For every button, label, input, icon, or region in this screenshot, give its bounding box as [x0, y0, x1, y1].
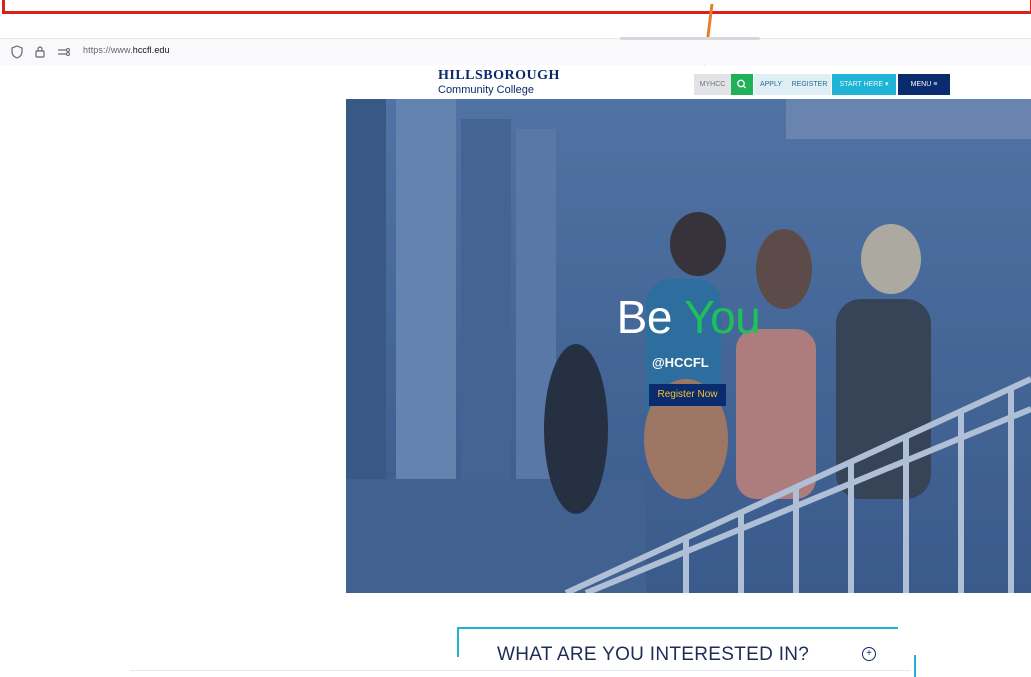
apply-button[interactable]: APPLY — [754, 74, 788, 95]
expand-plus-icon[interactable]: + — [862, 647, 876, 661]
hero-handle: @HCCFL — [652, 355, 709, 370]
hero-photo — [346, 99, 1031, 593]
divider — [130, 670, 910, 671]
interests-heading[interactable]: WHAT ARE YOU INTERESTED IN? — [497, 644, 809, 666]
menu-label: MENU — [910, 81, 932, 88]
register-now-button[interactable]: Register Now — [649, 384, 726, 406]
hamburger-icon: ≡ — [933, 81, 938, 88]
search-button[interactable] — [731, 74, 753, 95]
lock-icon[interactable] — [33, 45, 47, 59]
start-here-label: START HERE — [839, 81, 884, 88]
hero-headline: Be You — [346, 290, 1031, 344]
interests-frame-accent — [914, 655, 916, 677]
logo-subtitle[interactable]: Community College — [438, 84, 534, 96]
annotation-frame — [2, 0, 1031, 14]
menu-button[interactable]: MENU ≡ — [898, 74, 950, 95]
logo-wordmark[interactable]: HILLSBOROUGH — [438, 68, 560, 84]
tab-indicator — [620, 37, 760, 40]
hero-headline-word: Be — [616, 291, 673, 343]
myhcc-button[interactable]: MYHCC — [694, 74, 731, 95]
permissions-icon[interactable] — [57, 45, 71, 59]
url-text[interactable]: https://www.hccfl.edu — [83, 45, 170, 55]
start-here-dropdown[interactable]: START HERE ▾ — [832, 74, 896, 95]
url-prefix: https://www. — [83, 45, 133, 55]
hero-headline-accent: You — [684, 291, 761, 343]
browser-address-bar[interactable]: https://www.hccfl.edu — [0, 37, 1031, 65]
register-button[interactable]: REGISTER — [788, 74, 831, 95]
hero-banner: Be You @HCCFL Register Now — [346, 99, 1031, 593]
search-icon — [737, 79, 746, 89]
shield-icon[interactable] — [10, 45, 24, 59]
chevron-down-icon: ▾ — [885, 81, 889, 88]
url-domain: hccfl.edu — [132, 45, 170, 55]
